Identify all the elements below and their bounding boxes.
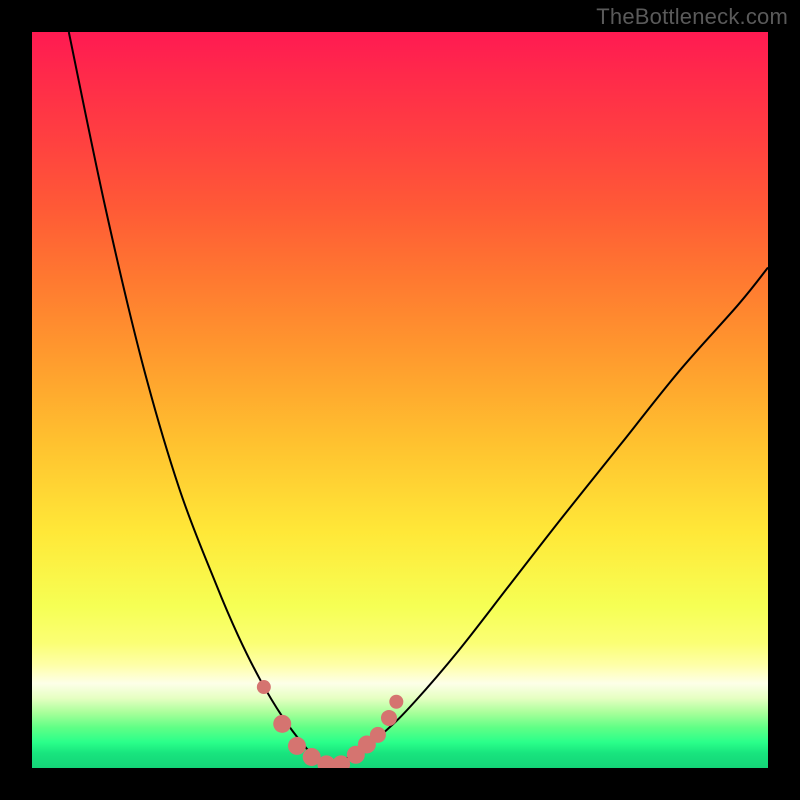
trough-marker-point bbox=[257, 680, 271, 694]
watermark-text: TheBottleneck.com bbox=[596, 4, 788, 30]
trough-marker-point bbox=[389, 695, 403, 709]
trough-markers bbox=[257, 680, 403, 768]
trough-marker-point bbox=[273, 715, 291, 733]
trough-marker-point bbox=[370, 727, 386, 743]
curve-right-branch bbox=[326, 268, 768, 768]
outer-frame: TheBottleneck.com bbox=[0, 0, 800, 800]
trough-marker-point bbox=[381, 710, 397, 726]
curve-layer bbox=[32, 32, 768, 768]
trough-marker-point bbox=[288, 737, 306, 755]
curve-left-branch bbox=[69, 32, 327, 768]
plot-area bbox=[32, 32, 768, 768]
